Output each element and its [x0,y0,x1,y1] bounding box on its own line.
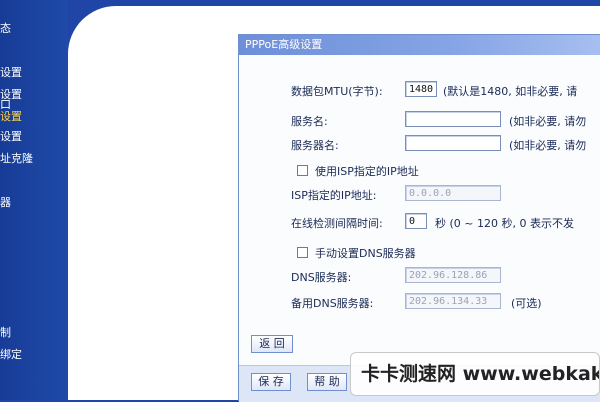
service-name-label: 服务名: [291,115,328,128]
online-check-label: 在线检测间隔时间: [291,217,383,230]
dns-label: DNS服务器: [291,271,352,284]
server-name-hint: (如非必要, 请勿 [509,139,587,152]
backup-dns-input[interactable]: 202.96.134.33 [405,293,501,309]
sidebar-item[interactable]: 器 [0,194,68,212]
mtu-hint: (默认是1480, 如非必要, 请 [443,85,578,98]
isp-ip-label: ISP指定的IP地址: [291,189,377,202]
mtu-input[interactable]: 1480 [405,81,437,97]
watermark: 卡卡测速网 www.webkaka [350,352,600,396]
manual-dns-checkbox[interactable] [297,247,308,258]
online-check-input[interactable]: 0 [405,213,427,229]
service-name-input[interactable] [405,111,501,127]
use-isp-ip-checkbox[interactable] [297,165,308,176]
sidebar-item[interactable] [0,282,68,300]
sidebar-item[interactable] [0,260,68,278]
sidebar-item[interactable] [0,238,68,256]
server-name-label: 服务器名: [291,139,339,152]
help-button[interactable]: 帮 助 [307,373,347,391]
sidebar-item-mac-clone[interactable]: 址克隆 [0,150,68,168]
server-name-input[interactable] [405,135,501,151]
save-button[interactable]: 保 存 [251,373,291,391]
service-name-hint: (如非必要, 请勿 [509,115,587,128]
sidebar-nav: 态 设置 设置 口 设置 设置 址克隆 器 制 绑定 [0,0,68,400]
mtu-label: 数据包MTU(字节): [291,85,383,98]
pppoe-advanced-panel: PPPoE高级设置 数据包MTU(字节): 1480 (默认是1480, 如非必… [238,34,600,402]
sidebar-item[interactable]: 设置 [0,128,68,146]
online-check-hint: 秒 (0 ~ 120 秒, 0 表示不发 [435,217,574,230]
sidebar-item-pppoe-advanced[interactable]: 设置 [0,108,68,126]
sidebar-item[interactable]: 设置 [0,64,68,82]
panel-title: PPPoE高级设置 [239,35,600,55]
sidebar-item[interactable]: 态 [0,20,68,38]
backup-dns-hint: (可选) [511,297,542,310]
back-button[interactable]: 返 回 [251,335,293,353]
use-isp-ip-label: 使用ISP指定的IP地址 [315,165,419,178]
dns-input[interactable]: 202.96.128.86 [405,267,501,283]
sidebar-item[interactable] [0,216,68,234]
isp-ip-input[interactable]: 0.0.0.0 [405,185,501,201]
sidebar-item[interactable] [0,172,68,190]
backup-dns-label: 备用DNS服务器: [291,297,374,310]
sidebar-item[interactable]: 制 [0,324,68,342]
sidebar-item[interactable]: 绑定 [0,346,68,364]
manual-dns-label: 手动设置DNS服务器 [315,247,416,260]
